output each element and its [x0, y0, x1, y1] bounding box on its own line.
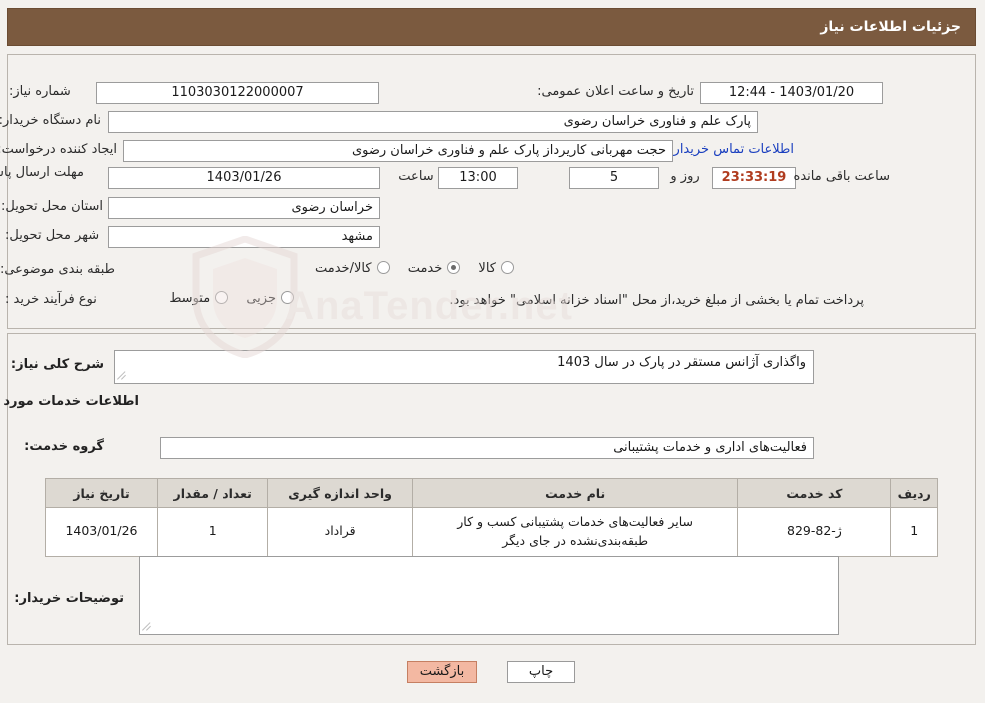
print-button[interactable]: چاپ [508, 661, 576, 683]
th-name: نام خدمت [412, 478, 740, 508]
th-row: ردیف [891, 478, 939, 508]
service-group-label: گروه خدمت: [25, 439, 105, 454]
td-unit: قراداد [268, 507, 414, 557]
buyer-notes-value[interactable] [140, 556, 840, 635]
public-announce-value: 1403/01/20 - 12:44 [701, 82, 884, 104]
table-row: 1 ژ-82-829 سایر فعالیت‌های خدمات پشتیبان… [46, 507, 939, 557]
province-label: استان محل تحویل: [2, 199, 104, 214]
category-radio-kala-khedmat[interactable] [377, 261, 391, 274]
requester-label: ایجاد کننده درخواست: [0, 142, 118, 157]
purchase-radio-jozi[interactable] [282, 291, 295, 304]
category-radio-khedmat[interactable] [448, 261, 462, 274]
td-code: ژ-82-829 [738, 507, 893, 557]
service-group-value: فعالیت‌های اداری و خدمات پشتیبانی [161, 437, 815, 459]
category-radio-group[interactable]: کالا خدمت کالا/خدمت [302, 261, 515, 276]
page-title: جزئیات اطلاعات نیاز [821, 19, 962, 35]
overall-need-value[interactable]: واگذاری آژانس مستقر در پارک در سال 1403 [115, 350, 815, 384]
back-button[interactable]: بازگشت [408, 661, 478, 683]
purchase-option-1: متوسط [170, 291, 212, 306]
public-announce-label: تاریخ و ساعت اعلان عمومی: [538, 84, 695, 99]
buyer-notes-label: توضیحات خریدار: [15, 591, 125, 606]
requester-value: حجت مهربانی کاریرداز پارک علم و فناوری خ… [124, 140, 674, 162]
deadline-time-value: 13:00 [439, 167, 519, 189]
buyer-contact-link[interactable]: اطلاعات تماس خریدار [675, 142, 795, 157]
buyer-org-label: نام دستگاه خریدار: [0, 113, 102, 128]
purchase-radio-motevasset[interactable] [216, 291, 230, 304]
remaining-days-value: 5 [570, 167, 660, 189]
buyer-org-value: پارک علم و فناوری خراسان رضوی [109, 111, 759, 133]
province-value: خراسان رضوی [109, 197, 381, 219]
th-qty: تعداد / مقدار [157, 478, 270, 508]
td-name: سایر فعالیت‌های خدمات پشتیبانی کسب و کار… [412, 507, 740, 557]
td-row: 1 [891, 507, 939, 557]
resize-handle-icon[interactable] [118, 371, 128, 381]
th-date: تاریخ نیاز [46, 478, 159, 508]
city-label: شهر محل تحویل: [6, 228, 101, 243]
page-header: جزئیات اطلاعات نیاز [8, 8, 977, 46]
th-code: کد خدمت [738, 478, 893, 508]
overall-need-text: واگذاری آژانس مستقر در پارک در سال 1403 [558, 355, 807, 370]
td-qty: 1 [157, 507, 270, 557]
time-label: ساعت [399, 169, 435, 184]
services-table: ردیف کد خدمت نام خدمت واحد اندازه گیری ت… [46, 478, 939, 557]
need-number-value: 1103030122000007 [97, 82, 380, 104]
page-root: جزئیات اطلاعات نیاز AnaTender.net شماره … [0, 0, 985, 703]
category-option-1: خدمت [408, 261, 444, 276]
services-section-title: اطلاعات خدمات مورد نیاز [0, 394, 140, 409]
category-radio-kala[interactable] [502, 261, 515, 274]
purchase-option-0: جزیی [247, 291, 277, 306]
th-unit: واحد اندازه گیری [268, 478, 414, 508]
remaining-label: ساعت باقی مانده [794, 169, 891, 184]
deadline-label: مهلت ارسال پاسخ: تا تاریخ: [0, 165, 85, 180]
deadline-date-value: 1403/01/26 [109, 167, 381, 189]
table-header-row: ردیف کد خدمت نام خدمت واحد اندازه گیری ت… [46, 478, 939, 508]
category-option-0: کالا [479, 261, 497, 276]
category-label: طبقه بندی موضوعی: [0, 262, 116, 277]
category-option-2: کالا/خدمت [316, 261, 373, 276]
resize-handle-icon-2[interactable] [143, 622, 153, 632]
need-number-label: شماره نیاز: [10, 84, 72, 99]
purchase-type-label: نوع فرآیند خرید : [6, 292, 98, 307]
purchase-radio-group[interactable]: جزیی متوسط [156, 291, 295, 306]
countdown-value: 23:33:19 [713, 167, 797, 189]
td-date: 1403/01/26 [46, 507, 159, 557]
overall-need-label: شرح کلی نیاز: [11, 357, 105, 372]
days-label: روز و [671, 169, 701, 184]
purchase-note: پرداخت تمام یا بخشی از مبلغ خرید،از محل … [450, 293, 865, 308]
city-value: مشهد [109, 226, 381, 248]
